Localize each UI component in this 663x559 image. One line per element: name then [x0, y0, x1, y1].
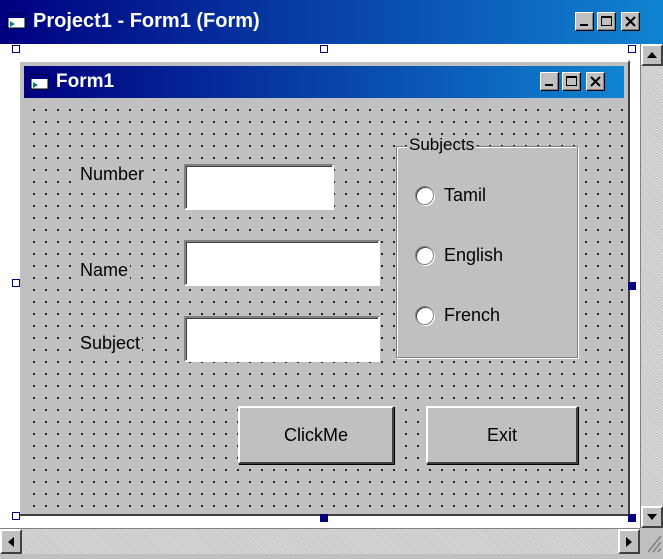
radio-tamil[interactable]: Tamil: [415, 185, 486, 206]
clickme-button-label: ClickMe: [283, 424, 348, 445]
close-icon: [625, 16, 636, 27]
form-titlebar[interactable]: Form1: [24, 66, 624, 98]
form-window-icon: [7, 13, 26, 29]
resize-handle-left: [12, 279, 20, 287]
designer-close-button[interactable]: [621, 12, 640, 31]
resize-handle-right[interactable]: [628, 282, 636, 290]
minimize-icon: [545, 84, 553, 86]
designer-minimize-button[interactable]: [575, 12, 594, 31]
resize-handle-bottom-left: [12, 512, 20, 520]
form-title: Form1: [56, 71, 115, 92]
name-textbox[interactable]: [184, 240, 380, 286]
hscroll-track[interactable]: [22, 529, 618, 554]
resize-handle-bottom[interactable]: [320, 514, 328, 522]
radio-circle-icon[interactable]: [415, 306, 434, 325]
resize-handle-top: [320, 45, 328, 53]
designer-maximize-button[interactable]: [597, 12, 616, 31]
clickme-button[interactable]: ClickMe: [238, 406, 394, 464]
radio-french[interactable]: French: [415, 305, 500, 326]
designer-title: Project1 - Form1 (Form): [33, 10, 260, 32]
form-close-button[interactable]: [586, 72, 605, 91]
exit-button[interactable]: Exit: [426, 406, 578, 464]
scroll-up-button[interactable]: [641, 44, 663, 66]
scroll-right-button[interactable]: [618, 529, 640, 554]
form-maximize-button[interactable]: [562, 72, 581, 91]
scroll-track[interactable]: [641, 66, 663, 506]
subjects-frame[interactable]: Subjects Tamil English French: [396, 135, 578, 358]
radio-english-label: English: [444, 245, 504, 265]
radio-circle-icon[interactable]: [415, 186, 434, 205]
form-minimize-button[interactable]: [540, 72, 559, 91]
exit-button-label: Exit: [486, 424, 517, 445]
resize-handle-bottom-right[interactable]: [628, 514, 636, 522]
scroll-down-button[interactable]: [641, 506, 663, 528]
arrow-up-icon: [647, 52, 657, 58]
resize-handle-top-left: [12, 45, 20, 53]
resize-handle-top-right: [628, 45, 636, 53]
subjects-frame-caption: Subjects: [407, 135, 477, 155]
subject-label: Subject: [78, 333, 143, 354]
minimize-icon: [580, 24, 588, 26]
size-grip-icon: [647, 535, 662, 553]
subject-textbox[interactable]: [184, 316, 380, 362]
radio-english[interactable]: English: [415, 245, 503, 266]
scroll-left-button[interactable]: [0, 529, 22, 554]
form-window[interactable]: Form1 Number Name Subject Subjects Tamil: [18, 60, 630, 516]
maximize-icon: [601, 16, 612, 26]
horizontal-scrollbar[interactable]: [0, 528, 640, 554]
name-label: Name: [78, 260, 131, 281]
arrow-down-icon: [647, 514, 657, 520]
radio-circle-icon[interactable]: [415, 246, 434, 265]
arrow-right-icon: [626, 536, 632, 547]
vertical-scrollbar[interactable]: [640, 44, 663, 528]
number-label: Number: [78, 164, 147, 185]
radio-tamil-label: Tamil: [444, 185, 487, 205]
size-grip[interactable]: [640, 528, 663, 554]
number-textbox[interactable]: [184, 164, 334, 210]
form-client-area[interactable]: Number Name Subject Subjects Tamil Engli…: [24, 100, 624, 510]
designer-titlebar: Project1 - Form1 (Form): [0, 0, 663, 44]
maximize-icon: [566, 76, 577, 86]
arrow-left-icon: [8, 536, 14, 547]
radio-french-label: French: [444, 305, 501, 325]
close-icon: [590, 76, 601, 87]
form-window-icon: [30, 74, 49, 90]
